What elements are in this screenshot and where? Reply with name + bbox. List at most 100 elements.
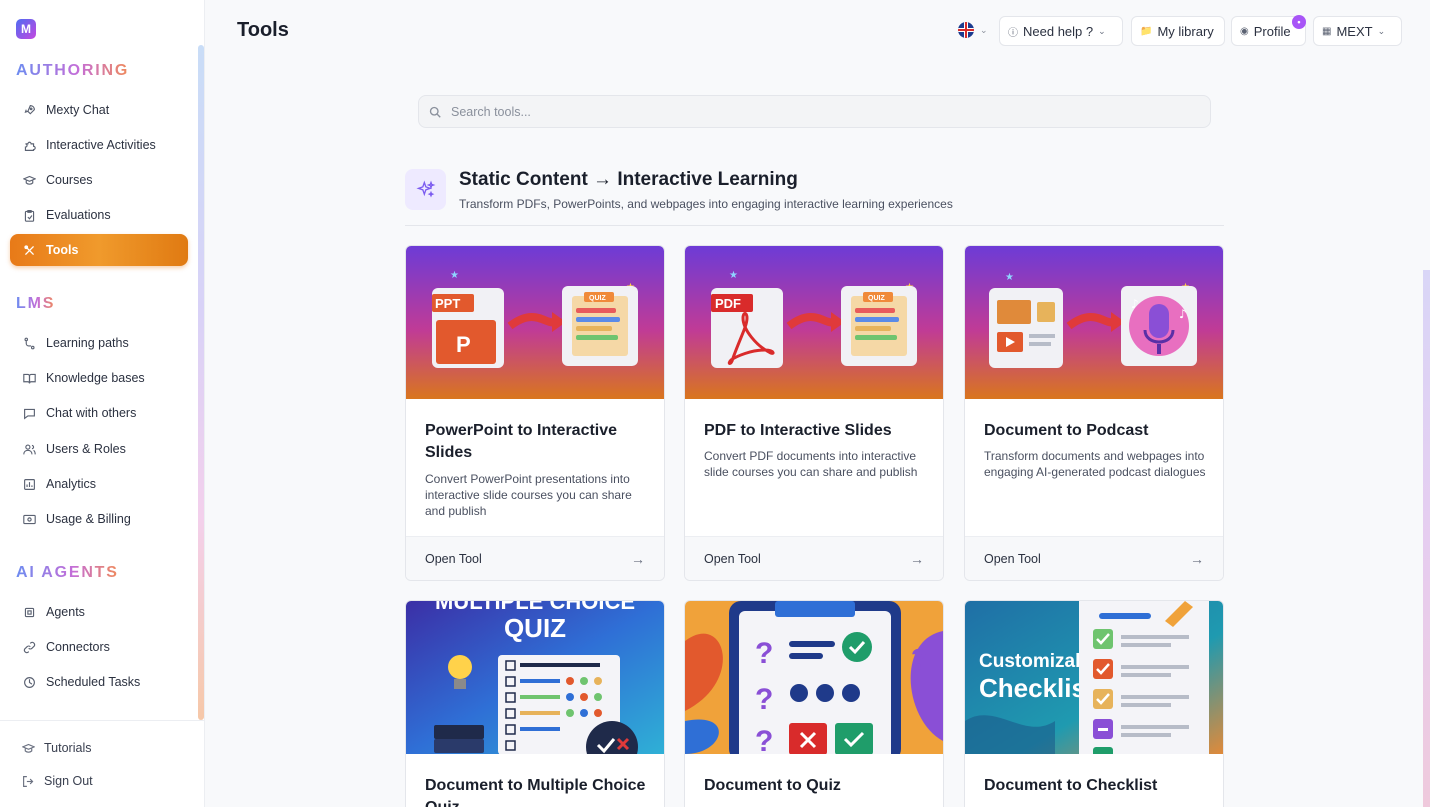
svg-text:♪: ♪	[1179, 307, 1187, 321]
sidebar-item-label: Agents	[46, 605, 85, 619]
search-icon	[429, 106, 441, 118]
sidebar-item-users-roles[interactable]: Users & Roles	[10, 433, 188, 465]
svg-text:?: ?	[755, 637, 773, 670]
card-title: Document to Quiz	[704, 777, 841, 794]
sidebar-item-analytics[interactable]: Analytics	[10, 468, 188, 500]
user-circle-icon: ◉	[1240, 25, 1249, 37]
image-heading-text: Checklist	[979, 673, 1095, 703]
page-scrollbar[interactable]	[1423, 270, 1430, 807]
sidebar-item-learning-paths[interactable]: Learning paths	[10, 327, 188, 359]
arrow-right-icon: →	[1190, 550, 1204, 567]
rocket-icon	[22, 103, 36, 117]
search-input[interactable]	[451, 104, 1151, 119]
language-flag-icon[interactable]	[958, 22, 974, 38]
card-title: PDF to Interactive Slides	[704, 422, 892, 439]
svg-text:♪: ♪	[1131, 297, 1139, 311]
section-divider	[405, 225, 1224, 226]
sidebar-scrollbar[interactable]	[198, 45, 204, 720]
my-library-button[interactable]: 📁 My library	[1131, 16, 1225, 46]
need-help-button[interactable]: ⓘ Need help ? ⌄	[999, 16, 1123, 46]
svg-text:P: P	[456, 332, 471, 357]
app-logo[interactable]: M	[16, 19, 36, 39]
tool-card-document-to-checklist[interactable]: Customizable Checklist Document to Check…	[964, 600, 1224, 807]
route-icon	[22, 336, 36, 350]
organization-switcher[interactable]: ▦ MEXT ⌄	[1313, 16, 1402, 46]
sidebar-divider	[0, 720, 205, 721]
sidebar-item-chat-with-others[interactable]: Chat with others	[10, 397, 188, 429]
svg-text:?: ?	[755, 725, 773, 754]
sidebar-item-label: Evaluations	[46, 208, 111, 222]
sidebar-item-courses[interactable]: Courses	[10, 164, 188, 196]
card-title: Document to Podcast	[984, 422, 1149, 439]
cpu-icon	[22, 605, 36, 619]
svg-text:★: ★	[450, 270, 459, 281]
sidebar-item-mexty-chat[interactable]: Mexty Chat	[10, 94, 188, 126]
image-tag-text: PDF	[715, 296, 741, 311]
sidebar-item-interactive-activities[interactable]: Interactive Activities	[10, 129, 188, 161]
chevron-down-icon: ⌄	[1098, 25, 1106, 36]
tool-card-document-to-mcq[interactable]: MULTIPLE CHOICE QUIZ Document to Multipl…	[405, 600, 665, 807]
sidebar-item-label: Scheduled Tasks	[46, 675, 141, 689]
chevron-down-icon: ⌄	[1377, 25, 1386, 36]
open-tool-button[interactable]: Open Tool →	[406, 536, 664, 580]
sidebar-item-label: Courses	[46, 173, 93, 187]
book-open-icon	[22, 371, 36, 385]
sidebar-item-label: Tutorials	[44, 741, 92, 755]
tool-card-document-to-quiz[interactable]: ? ? ? ? Document to Quiz	[684, 600, 944, 807]
sidebar-item-label: Knowledge bases	[46, 371, 145, 385]
card-title: PowerPoint to Interactive Slides	[425, 422, 618, 461]
chat-icon	[22, 406, 36, 420]
section-title-ai-agents: AI AGENTS	[16, 564, 119, 581]
card-description: Convert PowerPoint presentations into in…	[425, 472, 632, 518]
graduation-cap-icon	[22, 742, 36, 755]
sparkles-icon	[405, 169, 446, 210]
card-illustration: ? ? ? ?	[685, 601, 943, 754]
sidebar-item-label: Tools	[46, 243, 79, 257]
bar-chart-icon	[22, 477, 36, 491]
sidebar-item-connectors[interactable]: Connectors	[10, 631, 188, 663]
open-tool-label: Open Tool	[984, 551, 1041, 566]
sidebar-item-sign-out[interactable]: Sign Out	[22, 774, 93, 788]
clock-icon	[22, 675, 36, 689]
sidebar-item-usage-billing[interactable]: Usage & Billing	[10, 503, 188, 535]
puzzle-icon	[22, 138, 36, 152]
sidebar-item-knowledge-bases[interactable]: Knowledge bases	[10, 362, 188, 394]
sidebar-item-scheduled-tasks[interactable]: Scheduled Tasks	[10, 666, 188, 698]
open-tool-button[interactable]: Open Tool →	[965, 536, 1223, 580]
svg-text:?: ?	[911, 643, 927, 673]
sign-out-icon	[22, 775, 36, 788]
sidebar-item-tools[interactable]: Tools	[10, 234, 188, 266]
sidebar-item-agents[interactable]: Agents	[10, 596, 188, 628]
image-heading-text: QUIZ	[504, 613, 566, 643]
tool-card-powerpoint-to-slides[interactable]: ★ ★ PPT P QUIZ PowerPoint to Interactive…	[405, 245, 665, 581]
page-title: Tools	[237, 19, 289, 41]
card-illustration: ★ ★ ♪ ♪	[965, 246, 1223, 399]
search-bar	[418, 95, 1211, 128]
section-title-authoring: AUTHORING	[16, 62, 130, 79]
arrow-right-icon: →	[631, 550, 645, 567]
open-tool-label: Open Tool	[704, 551, 761, 566]
open-tool-button[interactable]: Open Tool →	[685, 536, 943, 580]
chevron-down-icon[interactable]: ⌄	[980, 25, 988, 36]
image-tag-text: PPT	[435, 296, 460, 311]
need-help-label: Need help ?	[1023, 23, 1094, 39]
sidebar-item-label: Usage & Billing	[46, 512, 131, 526]
sidebar-item-label: Connectors	[46, 640, 110, 654]
card-illustration: ★ ★ PPT P QUIZ	[406, 246, 664, 399]
clipboard-check-icon	[22, 208, 36, 222]
card-illustration: ★ ★ PDF QUIZ	[685, 246, 943, 399]
open-tool-label: Open Tool	[425, 551, 482, 566]
users-icon	[22, 442, 36, 456]
tool-card-pdf-to-slides[interactable]: ★ ★ PDF QUIZ PDF to Interactive Slides C…	[684, 245, 944, 581]
profile-label: Profile	[1253, 23, 1291, 39]
section-description: Transform PDFs, PowerPoints, and webpage…	[459, 197, 953, 211]
svg-text:?: ?	[755, 683, 773, 716]
tool-card-document-to-podcast[interactable]: ★ ★ ♪ ♪ Document to Podcast Transform do…	[964, 245, 1224, 581]
sidebar-item-tutorials[interactable]: Tutorials	[22, 741, 91, 755]
card-title: Document to Checklist	[984, 777, 1158, 794]
sidebar-item-label: Users & Roles	[46, 442, 126, 456]
sidebar-item-evaluations[interactable]: Evaluations	[10, 199, 188, 231]
card-illustration: Customizable Checklist	[965, 601, 1223, 754]
sidebar-item-label: Chat with others	[46, 406, 137, 420]
card-title: Document to Multiple Choice Quiz	[425, 777, 646, 807]
